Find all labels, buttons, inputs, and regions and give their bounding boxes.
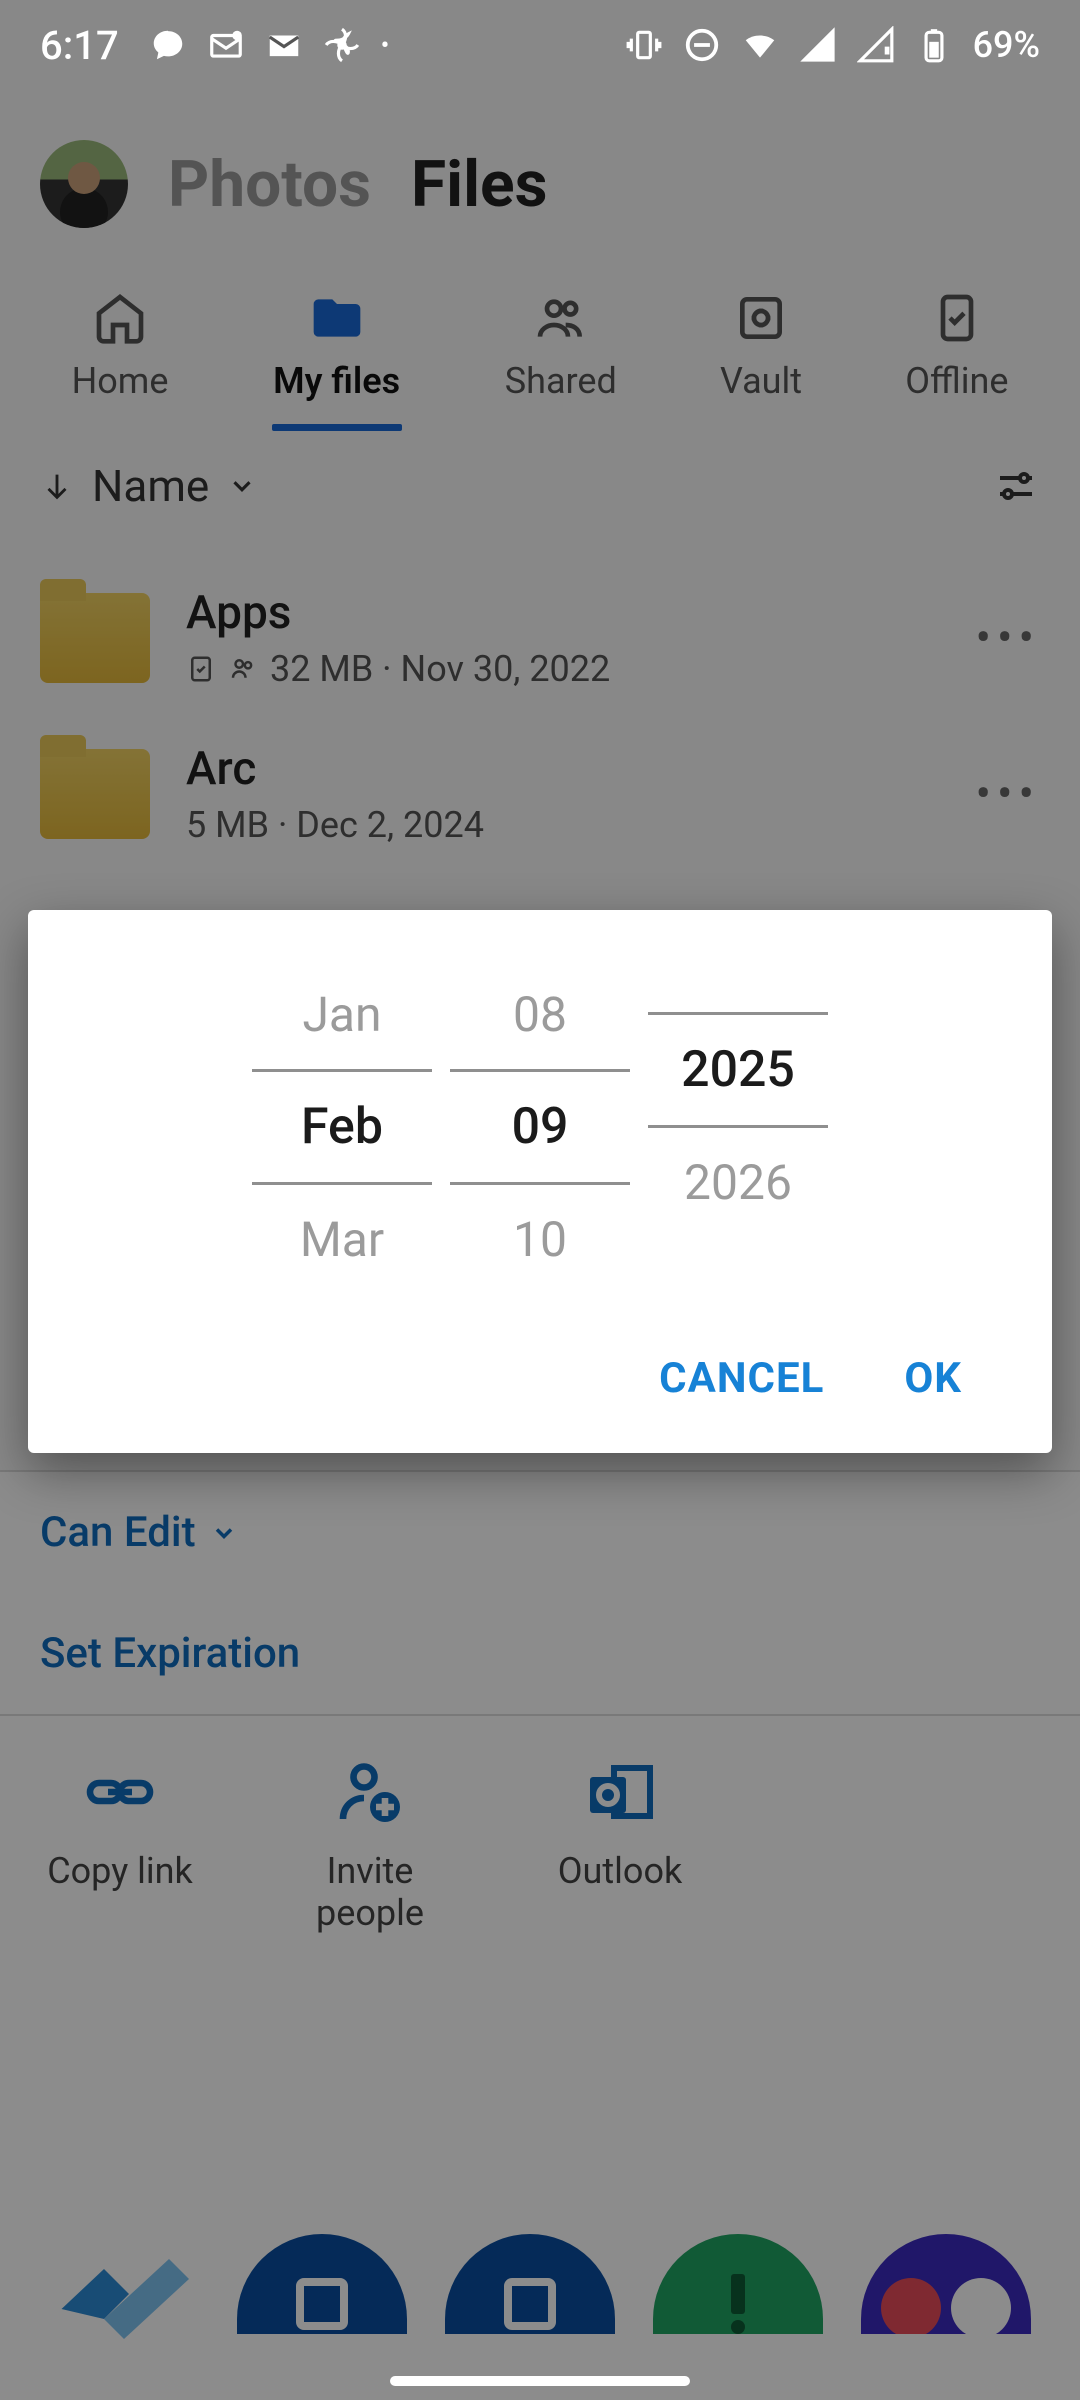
wifi-icon	[741, 26, 779, 64]
wheel-next: 10	[450, 1185, 630, 1294]
chat-icon	[149, 26, 187, 64]
nav-handle[interactable]	[390, 2376, 690, 2386]
wheel-prev: Jan	[252, 960, 432, 1069]
signal-alert-icon	[857, 26, 895, 64]
vibrate-icon	[625, 26, 663, 64]
day-wheel[interactable]: 08 09 10	[450, 960, 630, 1294]
wheel-prev: 08	[450, 960, 630, 1069]
wheel-next: Mar	[252, 1185, 432, 1294]
mail-icon	[265, 26, 303, 64]
dot-icon: •	[381, 31, 389, 59]
ok-button[interactable]: OK	[904, 1354, 962, 1403]
wheel-selected: Feb	[252, 1069, 432, 1185]
dnd-icon	[683, 26, 721, 64]
month-wheel[interactable]: Jan Feb Mar	[252, 960, 432, 1294]
pinwheel-icon	[323, 26, 361, 64]
wheel-selected: 09	[450, 1069, 630, 1185]
cancel-button[interactable]: CANCEL	[659, 1354, 824, 1403]
status-bar: 6:17 • 69%	[0, 0, 1080, 90]
screen: Photos Files Home My files Shared Vault …	[0, 0, 1080, 2400]
year-wheel[interactable]: 2025 2026	[648, 960, 828, 1294]
battery-text: 69%	[973, 24, 1040, 66]
status-time: 6:17	[40, 22, 119, 69]
mail-notif-icon	[207, 26, 245, 64]
wheel-next: 2026	[648, 1128, 828, 1237]
wheel-selected: 2025	[648, 1012, 828, 1128]
signal-icon	[799, 26, 837, 64]
battery-icon	[915, 26, 953, 64]
date-picker-dialog: Jan Feb Mar 08 09 10 2025 2026 CANCEL OK	[28, 910, 1052, 1453]
